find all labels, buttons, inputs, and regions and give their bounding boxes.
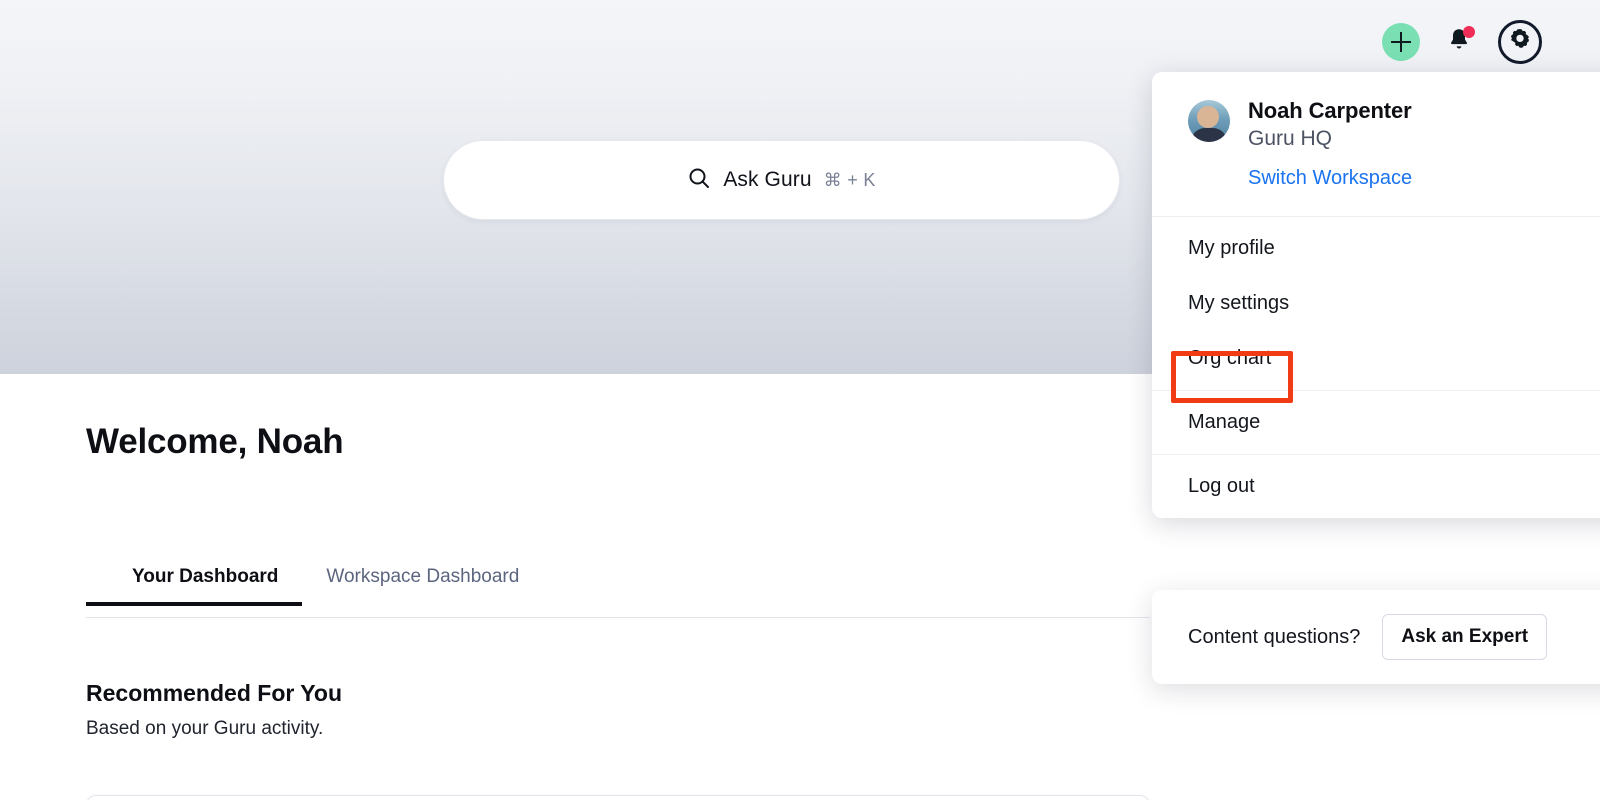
menu-item-manage[interactable]: Manage xyxy=(1152,391,1600,454)
notifications-button[interactable] xyxy=(1446,26,1475,57)
menu-item-my-profile[interactable]: My profile xyxy=(1152,217,1600,276)
search-icon xyxy=(687,166,711,195)
user-name: Noah Carpenter xyxy=(1248,98,1412,123)
content-questions-label: Content questions? xyxy=(1188,625,1361,648)
gear-icon xyxy=(1507,27,1533,58)
identity-row: Noah Carpenter Guru HQ xyxy=(1188,98,1600,151)
identity-text: Noah Carpenter Guru HQ xyxy=(1248,98,1412,151)
switch-workspace-link[interactable]: Switch Workspace xyxy=(1248,167,1600,190)
menu-item-log-out[interactable]: Log out xyxy=(1152,455,1600,518)
tabs-divider xyxy=(86,617,1150,618)
search-placeholder-label: Ask Guru xyxy=(723,168,812,191)
dropdown-group-account: My profile My settings Org chart xyxy=(1152,217,1600,391)
top-actions-group xyxy=(1382,20,1542,64)
avatar xyxy=(1188,100,1230,142)
ask-an-expert-card: Content questions? Ask an Expert xyxy=(1152,590,1600,684)
recommended-section-subtitle: Based on your Guru activity. xyxy=(86,718,324,739)
dropdown-group-session: Log out xyxy=(1152,455,1600,518)
dashboard-tabs: Your Dashboard Workspace Dashboard xyxy=(86,566,543,606)
ask-guru-search-bar[interactable]: Ask Guru ⌘ + K xyxy=(443,140,1120,220)
search-shortcut-hint: ⌘ + K xyxy=(823,169,876,190)
profile-dropdown-menu: Noah Carpenter Guru HQ Switch Workspace … xyxy=(1152,72,1600,518)
menu-item-my-settings[interactable]: My settings xyxy=(1152,276,1600,331)
plus-icon xyxy=(1391,32,1411,52)
add-button[interactable] xyxy=(1382,23,1420,61)
tab-your-dashboard[interactable]: Your Dashboard xyxy=(86,566,303,606)
dropdown-identity-section: Noah Carpenter Guru HQ Switch Workspace xyxy=(1152,72,1600,217)
tab-workspace-dashboard[interactable]: Workspace Dashboard xyxy=(302,566,543,606)
ask-an-expert-button[interactable]: Ask an Expert xyxy=(1382,614,1548,660)
workspace-name: Guru HQ xyxy=(1248,127,1333,150)
dropdown-group-admin: Manage xyxy=(1152,391,1600,455)
menu-item-org-chart[interactable]: Org chart xyxy=(1152,331,1600,390)
settings-button[interactable] xyxy=(1498,20,1542,64)
page-title: Welcome, Noah xyxy=(86,422,344,461)
app-root: Ask Guru ⌘ + K Welcome, Noah Your Dashbo… xyxy=(0,0,1600,800)
notification-badge-dot xyxy=(1463,26,1475,38)
recommended-section-title: Recommended For You xyxy=(86,680,343,706)
recommended-card[interactable] xyxy=(86,795,1150,800)
